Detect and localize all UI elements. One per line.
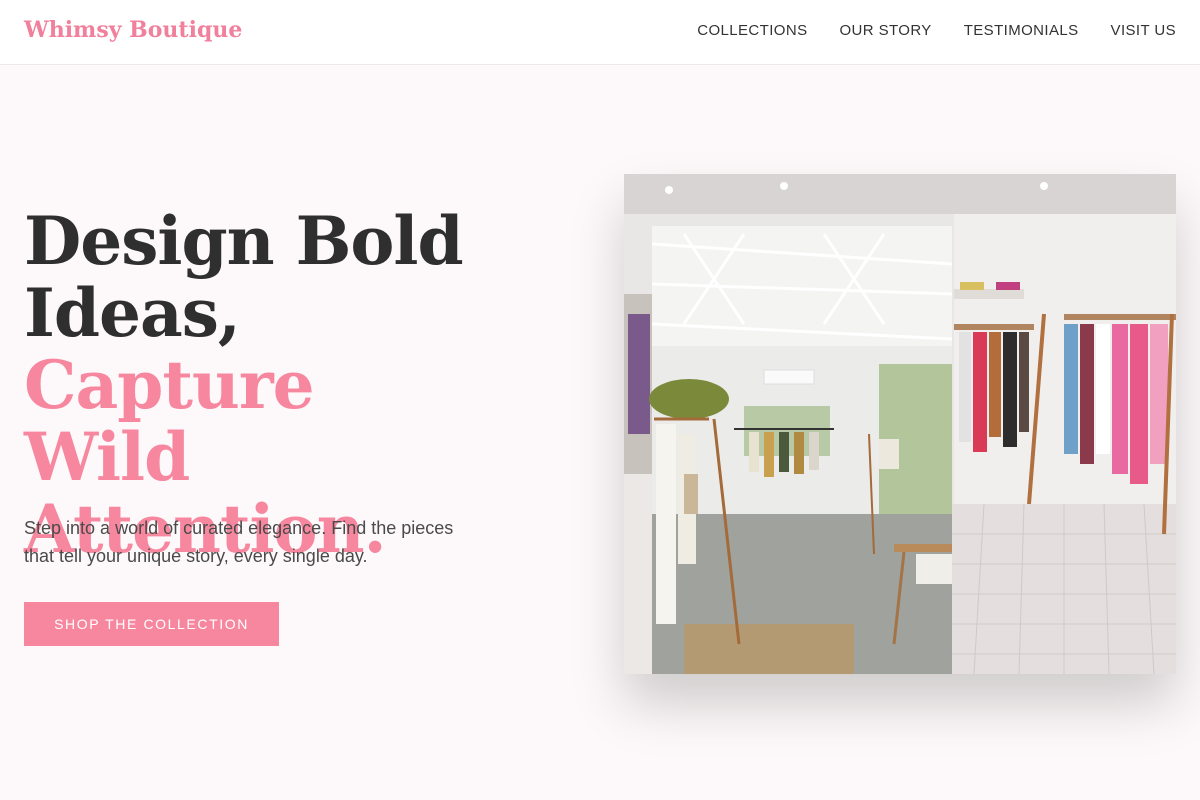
top-nav-bar: Whimsy Boutique COLLECTIONS OUR STORY TE… xyxy=(0,0,1200,65)
brand-logo[interactable]: Whimsy Boutique xyxy=(24,17,242,43)
store-interior-image xyxy=(624,174,1176,674)
boutique-interior-photo xyxy=(624,174,1176,674)
nav-collections[interactable]: COLLECTIONS xyxy=(697,22,807,39)
hero-title-line-1: Design Bold xyxy=(24,202,464,280)
nav-our-story[interactable]: OUR STORY xyxy=(839,22,931,39)
shop-collection-button[interactable]: SHOP THE COLLECTION xyxy=(24,602,279,646)
nav-testimonials[interactable]: TESTIMONIALS xyxy=(964,22,1079,39)
main-nav: COLLECTIONS OUR STORY TESTIMONIALS VISIT… xyxy=(697,22,1176,39)
nav-visit-us[interactable]: VISIT US xyxy=(1111,22,1176,39)
hero-title-accent-line-1: Capture Wild xyxy=(24,346,315,496)
hero-subtitle: Step into a world of curated elegance. F… xyxy=(24,518,454,566)
hero-title: Design Bold Ideas, Capture Wild Attentio… xyxy=(24,205,484,565)
hero-title-line-2: Ideas, xyxy=(24,274,241,352)
